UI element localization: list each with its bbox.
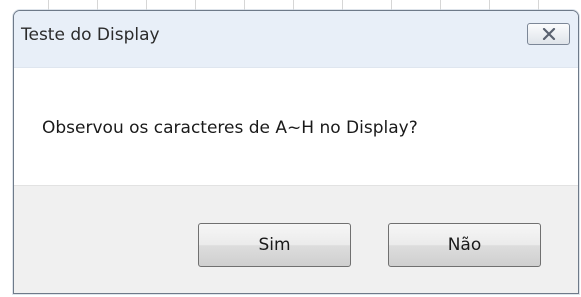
no-button[interactable]: Não xyxy=(388,223,541,267)
close-button[interactable] xyxy=(527,23,570,45)
yes-button[interactable]: Sim xyxy=(198,223,351,267)
button-bar: Sim Não xyxy=(14,185,578,293)
close-icon xyxy=(542,28,556,40)
background-window-strip xyxy=(0,0,581,10)
title-bar[interactable]: Teste do Display xyxy=(14,11,578,68)
message-dialog: Teste do Display Observou os caracteres … xyxy=(13,10,579,294)
dialog-message: Observou os caracteres de A~H no Display… xyxy=(42,118,418,138)
dialog-content: Observou os caracteres de A~H no Display… xyxy=(14,68,578,185)
window-title: Teste do Display xyxy=(21,25,160,45)
